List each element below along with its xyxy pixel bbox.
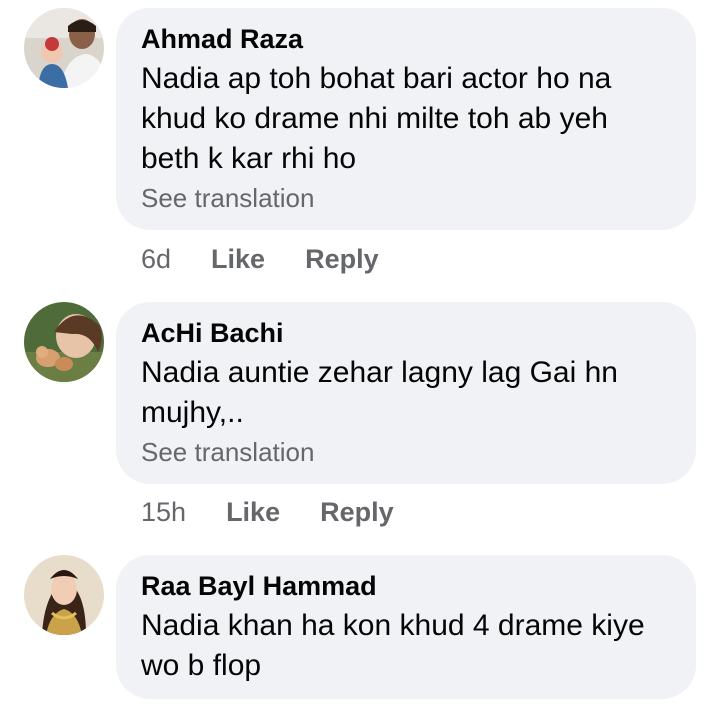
comment-author[interactable]: AcHi Bachi <box>141 316 670 350</box>
profile-photo-icon <box>24 302 104 382</box>
profile-photo-icon <box>24 555 104 635</box>
comment-actions: 15h Like Reply <box>141 497 434 528</box>
like-button[interactable]: Like <box>211 244 265 275</box>
avatar[interactable] <box>24 302 104 382</box>
comment-author[interactable]: Ahmad Raza <box>141 22 670 56</box>
profile-photo-icon <box>24 8 104 88</box>
like-button[interactable]: Like <box>226 497 280 528</box>
comment-author[interactable]: Raa Bayl Hammad <box>141 569 670 603</box>
avatar[interactable] <box>24 555 104 635</box>
comment-text: Nadia ap toh bohat bari actor ho na khud… <box>141 62 612 175</box>
comment-timestamp[interactable]: 15h <box>141 497 186 528</box>
comment-actions: 6d Like Reply <box>141 244 419 275</box>
comment-bubble: AcHi Bachi Nadia auntie zehar lagny lag … <box>116 302 696 484</box>
see-translation-link[interactable]: See translation <box>141 180 670 216</box>
comment-bubble: Ahmad Raza Nadia ap toh bohat bari actor… <box>116 8 696 230</box>
comment-text: Nadia auntie zehar lagny lag Gai hn mujh… <box>141 356 618 429</box>
reply-button[interactable]: Reply <box>305 244 379 275</box>
comment-text: Nadia khan ha kon khud 4 drame kiye wo b… <box>141 609 645 682</box>
comment-timestamp[interactable]: 6d <box>141 244 171 275</box>
see-translation-link[interactable]: See translation <box>141 434 670 470</box>
reply-button[interactable]: Reply <box>320 497 394 528</box>
avatar[interactable] <box>24 8 104 88</box>
comment-bubble: Raa Bayl Hammad Nadia khan ha kon khud 4… <box>116 555 696 699</box>
